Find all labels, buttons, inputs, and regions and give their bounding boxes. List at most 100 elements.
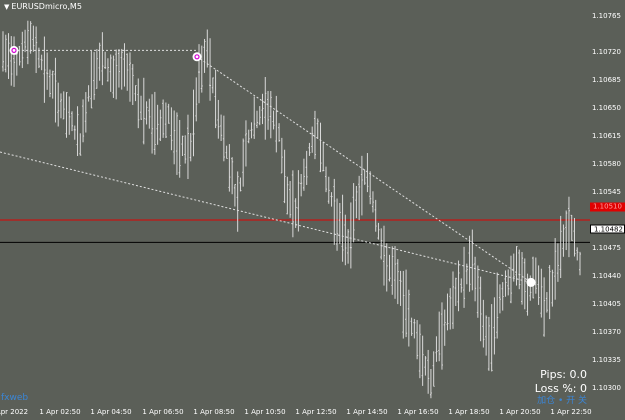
price-tick-label: 1.10765 [592,12,621,20]
price-bar [297,170,300,232]
price-bar [159,109,162,141]
price-bar [501,282,504,311]
price-bar [79,133,82,156]
price-bar [562,224,565,257]
price-bar [258,106,261,126]
price-tick-label: 1.10440 [592,272,621,280]
price-bar [140,95,143,120]
price-bar [366,153,369,193]
symbol-title-text: EURUSDmicro,M5 [11,2,82,11]
price-bar [319,122,322,173]
price-bar [435,336,438,362]
price-bar [228,144,231,192]
price-bar [18,45,21,66]
price-bar [374,199,377,232]
dropdown-triangle-icon[interactable]: ▼ [4,3,9,11]
price-bar [214,69,217,129]
price-bar [349,202,352,269]
price-bar [48,69,51,98]
price-tick-label: 1.10720 [592,48,621,56]
price-bar [236,171,239,232]
price-bar [300,173,303,197]
price-bar [534,257,537,294]
price-bar [507,269,510,296]
price-bar [333,178,336,245]
price-bar [29,21,32,54]
price-bar [427,349,430,394]
footer-control-label[interactable]: 加仓 • 开 关 [537,393,587,406]
price-bar [449,288,452,330]
price-bar [418,324,421,379]
price-tick-label: 1.10405 [592,300,621,308]
price-tick-label: 1.10370 [592,328,621,336]
current-price-tag: 1.10482 [590,224,625,234]
price-plot[interactable] [0,0,590,404]
price-tick-label: 1.10335 [592,356,621,364]
price-bar [485,315,488,356]
price-bar [496,272,499,339]
chart-window[interactable]: ▼ EURUSDmicro,M5 1.10765 1.10720 1.10685 1.1… [0,0,625,420]
price-bar [579,251,581,276]
price-bar [338,202,341,245]
price-bar [570,214,573,241]
price-bar [311,126,314,153]
price-tick-label: 1.10580 [592,160,621,168]
price-bar [242,138,245,187]
price-bar [142,77,145,145]
price-bar [206,29,209,68]
price-bar [490,304,493,372]
anchor-marker-1 [9,45,19,55]
price-bar [313,110,316,160]
price-bar [101,32,104,86]
price-bar [225,145,228,159]
price-tick-label: 1.10650 [592,104,621,112]
price-bar [468,235,471,292]
price-bar [416,320,419,360]
price-bar [460,278,463,293]
price-bar [253,96,256,139]
price-bar [543,277,546,337]
price-bar [26,20,29,65]
price-bar [518,249,521,290]
price-bar [65,92,68,138]
price-bar [341,194,344,262]
price-bar [371,191,374,213]
price-bar [203,38,206,73]
price-bar [123,43,126,87]
price-bar [537,265,540,305]
price-bar [35,26,38,74]
price-bar [175,112,178,175]
time-tick-label: 1 Apr 22:50 [550,408,592,416]
price-bar [429,369,432,399]
price-bar [267,90,270,130]
price-bar [385,243,388,292]
time-axis[interactable]: Apr 2022 1 Apr 02:50 1 Apr 04:50 1 Apr 06:5… [0,404,592,420]
price-bar [355,185,358,219]
price-bar [68,96,71,135]
price-bar [573,217,576,257]
price-bar [222,115,225,162]
price-bar [43,36,46,103]
price-bar [76,106,79,157]
price-tick-label: 1.10615 [592,132,621,140]
price-bar [454,277,457,306]
price-bar [109,54,112,92]
pips-readout: Pips: 0.0 [540,368,587,381]
price-bar [457,260,460,312]
price-bar [117,49,120,88]
price-bar [84,92,87,133]
stats-panel: Pips: 0.0 Loss %: 0 [535,368,587,396]
price-bar [440,302,443,370]
trend-line-3 [0,151,532,283]
price-bar [474,256,477,302]
price-bar [200,45,203,93]
price-bar [59,93,62,119]
price-bar [220,114,223,141]
price-bar [407,289,410,347]
price-bar [192,89,195,157]
price-bar [195,77,198,122]
price-bar [54,57,57,123]
price-bar [556,243,559,282]
price-bar [156,104,159,145]
price-tick-label: 1.10685 [592,76,621,84]
